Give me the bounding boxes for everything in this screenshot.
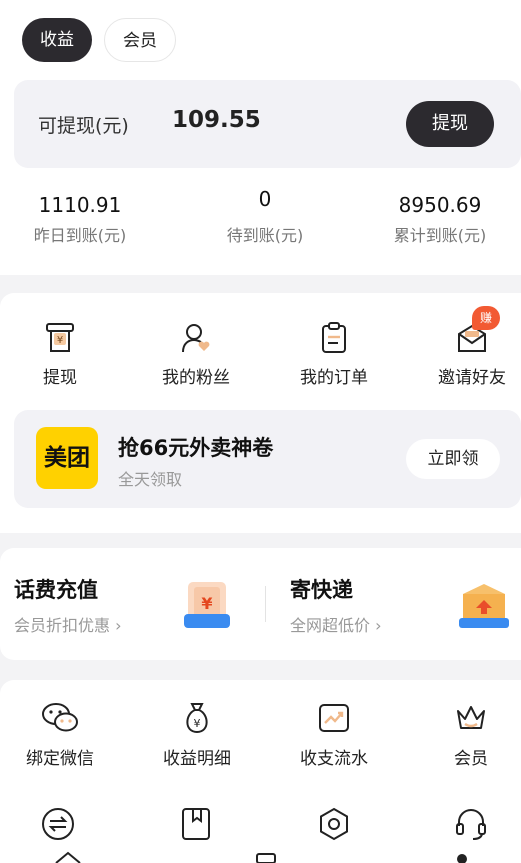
stat-yesterday-label: 昨日到账(元) [33,226,127,245]
stat-yesterday: 1110.91 昨日到账(元) [0,190,160,246]
quick-my-orders-label: 我的订单 [300,368,368,388]
bottom-nav-icons [55,851,467,863]
quick-my-fans[interactable]: 我的粉丝 [146,321,246,388]
service-phone-recharge-subtitle: 会员折扣优惠 › [14,616,122,635]
promo-subtitle: 全天领取 [118,470,183,489]
clipboard-icon [322,322,346,353]
withdrawable-label: 可提现(元) [38,115,129,137]
service-phone-recharge-title: 话费充值 [14,578,98,602]
tab-membership[interactable]: 会员 [104,18,176,62]
grid-earnings-detail-label: 收益明细 [163,749,231,769]
summary-section: 收益 会员 可提现(元) 109.55 提现 1110.91 昨日到账(元) 0… [0,0,521,275]
parcel-box-icon [459,584,509,628]
grid-membership[interactable]: 会员 [411,700,521,769]
earn-badge: 赚 [472,306,500,330]
meituan-logo: 美团 [36,427,98,489]
bottom-nav-peek [0,848,521,863]
stat-pending-label: 待到账(元) [226,226,304,245]
grid-earnings-detail[interactable]: ¥ 收益明细 [137,700,257,769]
withdrawable-card: 可提现(元) 109.55 提现 [14,80,521,168]
grid-cash-flow[interactable]: 收支流水 [274,700,394,769]
crown-icon [457,706,485,729]
headset-icon [456,809,486,840]
tab-earnings[interactable]: 收益 [22,18,92,62]
stat-total: 8950.69 累计到账(元) [360,190,520,246]
grid-bind-wechat[interactable]: 绑定微信 [0,700,120,769]
atm-yen-icon: ¥ [46,323,74,352]
stats-row: 1110.91 昨日到账(元) 0 待到账(元) 8950.69 累计到账(元) [0,187,521,260]
grid-membership-label: 会员 [454,749,488,769]
tools-grid: 绑定微信 ¥ 收益明细 收支流水 会员 [0,680,521,863]
grid-settings[interactable] [274,806,394,842]
exchange-icon [42,808,74,840]
tab-bar: 收益 会员 [22,18,176,62]
money-bag-icon: ¥ [186,703,208,734]
quick-invite-friends[interactable]: 邀请好友 [422,321,521,388]
wechat-icon [42,703,78,732]
grid-cash-flow-label: 收支流水 [300,749,368,769]
user-heart-icon [182,324,210,353]
service-express-title: 寄快递 [290,578,353,602]
grid-customer-service[interactable] [411,806,521,842]
hexagon-settings-icon [320,807,348,841]
stat-pending-value: 0 [258,187,272,211]
withdraw-button[interactable]: 提现 [406,101,494,147]
phone-recharge-icon: ¥ [184,582,230,628]
grid-bind-wechat-label: 绑定微信 [26,749,94,769]
stat-yesterday-value: 1110.91 [38,193,122,217]
stat-total-label: 累计到账(元) [393,226,487,245]
quick-my-orders[interactable]: 我的订单 [284,321,384,388]
withdrawable-amount: 109.55 [172,107,261,133]
services-section: 话费充值 会员折扣优惠 › ¥ 寄快递 全网超低价 › [0,548,521,660]
quick-withdraw[interactable]: ¥ 提现 [10,321,110,388]
promo-title: 抢66元外卖神卷 [118,436,274,460]
services-divider [265,586,266,622]
quick-my-fans-label: 我的粉丝 [162,368,230,388]
service-express-subtitle: 全网超低价 › [290,616,382,635]
svg-text:¥: ¥ [201,594,212,613]
quick-withdraw-label: 提现 [43,368,77,388]
stat-total-value: 8950.69 [398,193,482,217]
grid-exchange[interactable] [0,806,118,842]
bookmark-icon [182,808,210,840]
meituan-promo-card[interactable]: 美团 抢66元外卖神卷 全天领取 立即领 [14,410,521,508]
stat-pending: 0 待到账(元) [185,184,345,246]
grid-bookmark[interactable] [136,806,256,842]
trend-chart-icon [319,704,349,732]
claim-now-button[interactable]: 立即领 [406,439,500,479]
quick-invite-friends-label: 邀请好友 [438,368,506,388]
svg-text:¥: ¥ [57,335,63,346]
svg-text:¥: ¥ [194,717,201,730]
